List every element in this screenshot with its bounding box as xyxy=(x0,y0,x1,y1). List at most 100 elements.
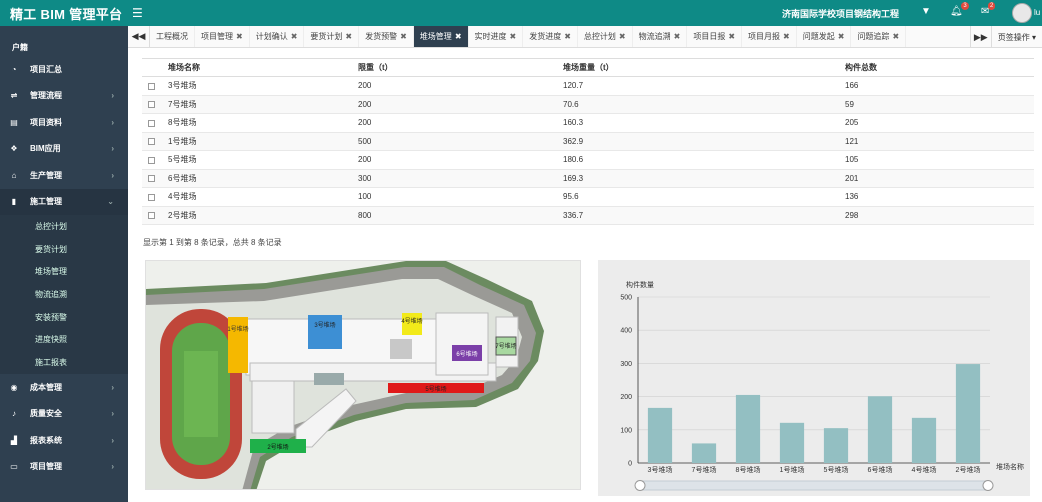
tab-label: 项目日报 xyxy=(693,32,726,41)
close-icon[interactable]: ✖ xyxy=(564,32,571,41)
row-checkbox[interactable] xyxy=(148,212,155,220)
zoom-handle-right[interactable] xyxy=(982,480,994,491)
sidebar-item[interactable]: ⇌ 管理流程 › xyxy=(0,83,128,110)
tab-scroll-right-icon[interactable]: ▶▶ xyxy=(969,26,992,48)
bar[interactable] xyxy=(735,394,761,463)
col-weight-limit[interactable]: 限重（t） xyxy=(358,58,563,77)
tab[interactable]: 要货计划 ✖ xyxy=(304,26,360,47)
tab[interactable]: 项目管理 ✖ xyxy=(195,26,250,47)
row-checkbox[interactable] xyxy=(148,119,155,127)
tab[interactable]: 项目月报 ✖ xyxy=(742,26,797,47)
table-row[interactable]: 8号堆场 200 160.3 205 xyxy=(142,113,1034,133)
close-icon[interactable]: ✖ xyxy=(892,32,899,41)
tab-label: 要货计划 xyxy=(310,32,343,41)
close-icon[interactable]: ✖ xyxy=(728,32,735,41)
sidebar-item[interactable]: ❖ BIM应用 › xyxy=(0,136,128,163)
bar[interactable] xyxy=(779,422,805,463)
tab[interactable]: 总控计划 ✖ xyxy=(578,26,633,47)
sidebar-item-label: 项目管理 xyxy=(30,462,62,472)
bell-icon[interactable]: 🔔︎ 3 xyxy=(950,2,969,17)
row-checkbox[interactable] xyxy=(148,138,155,146)
close-icon[interactable]: ✖ xyxy=(455,32,462,41)
sidebar-item[interactable]: ▮ 施工管理 ⌄ xyxy=(0,188,128,215)
tab[interactable]: 堆场管理 ✖ xyxy=(413,26,469,47)
sidebar-item[interactable]: ♪ 质量安全 › xyxy=(0,400,128,427)
table-row[interactable]: 7号堆场 200 70.6 59 xyxy=(142,95,1034,114)
table-row[interactable]: 2号堆场 800 336.7 298 xyxy=(142,206,1034,225)
sidebar-item[interactable]: ◉ 成本管理 › xyxy=(0,374,128,401)
col-component-total[interactable]: 构件总数 xyxy=(845,58,1034,77)
sidebar-item[interactable]: ▤ 项目资料 › xyxy=(0,109,128,136)
sidebar-item[interactable]: ◔ 项目汇总 xyxy=(0,56,128,83)
bar[interactable] xyxy=(823,428,849,463)
sidebar-item[interactable]: ▭ 项目管理 › xyxy=(0,453,128,480)
close-icon[interactable]: ✖ xyxy=(674,32,681,41)
tab[interactable]: 工程概况 xyxy=(150,26,195,47)
table-summary: 显示第 1 到第 8 条记录，总共 8 条记录 xyxy=(143,238,282,247)
tab[interactable]: 发货预警 ✖ xyxy=(359,26,414,47)
row-checkbox[interactable] xyxy=(148,101,155,109)
row-checkbox[interactable] xyxy=(148,82,155,90)
tab[interactable]: 物流追溯 ✖ xyxy=(633,26,688,47)
close-icon[interactable]: ✖ xyxy=(400,32,407,41)
sidebar-subitem[interactable]: 进度快照 xyxy=(0,328,128,351)
bar[interactable] xyxy=(647,407,673,463)
user-name[interactable]: lu xyxy=(1034,8,1040,17)
tab-label: 发货预警 xyxy=(365,32,398,41)
close-icon[interactable]: ✖ xyxy=(510,32,517,41)
table-row[interactable]: 3号堆场 200 120.7 166 xyxy=(142,76,1034,96)
close-icon[interactable]: ✖ xyxy=(619,32,626,41)
yard-1-block[interactable] xyxy=(228,317,248,373)
sidebar: 户籍 ◔ 项目汇总 ⇌ 管理流程 › ▤ 项目资料 › ❖ BIM应用 › ⌂ 生产管理 › ▮ 施工管理 ⌄ … xyxy=(0,26,128,502)
table-cell: 1号堆场 xyxy=(168,132,358,151)
row-checkbox[interactable] xyxy=(148,175,155,183)
sidebar-subitem[interactable]: 施工报表 xyxy=(0,351,128,374)
menu-toggle-icon[interactable]: ☰ xyxy=(132,6,143,20)
tab[interactable]: 计划确认 ✖ xyxy=(250,26,305,47)
table-row[interactable]: 5号堆场 200 180.6 105 xyxy=(142,150,1034,170)
tab-scroll-left-icon[interactable]: ◀◀ xyxy=(128,26,150,47)
dashboard-icon: ◔ xyxy=(11,64,17,74)
row-checkbox[interactable] xyxy=(148,193,155,201)
tab-bar: ◀◀ 工程概况 项目管理 ✖ 计划确认 ✖ 要货计划 ✖ 发货预警 ✖ 堆场管理 ✖ 实时进度 ✖ 发货进… xyxy=(128,26,1042,48)
sidebar-item[interactable]: ▟ 报表系统 › xyxy=(0,427,128,454)
bar[interactable] xyxy=(955,364,981,463)
avatar[interactable] xyxy=(1012,3,1032,23)
mail-icon[interactable]: ✉ 2 xyxy=(981,2,996,17)
row-checkbox[interactable] xyxy=(148,156,155,164)
zoom-handle-left[interactable] xyxy=(634,480,646,491)
sidebar-subitem[interactable]: 安装预警 xyxy=(0,306,128,329)
table-row[interactable]: 6号堆场 300 169.3 201 xyxy=(142,169,1034,188)
col-yard-weight[interactable]: 堆场重量（t） xyxy=(563,58,845,77)
flow-icon: ⇌ xyxy=(10,91,18,101)
close-icon[interactable]: ✖ xyxy=(345,32,352,41)
table-row[interactable]: 4号堆场 100 95.6 136 xyxy=(142,187,1034,207)
col-yard-name[interactable]: 堆场名称 xyxy=(168,58,358,77)
table-cell: 3号堆场 xyxy=(168,76,358,96)
tab[interactable]: 项目日报 ✖ xyxy=(687,26,743,47)
sidebar-subitem[interactable]: 要货计划 xyxy=(0,238,128,261)
table-row[interactable]: 1号堆场 500 362.9 121 xyxy=(142,132,1034,151)
close-icon[interactable]: ✖ xyxy=(838,32,845,41)
sidebar-item[interactable]: ⌂ 生产管理 › xyxy=(0,162,128,189)
bar[interactable] xyxy=(691,443,717,463)
tab[interactable]: 发货进度 ✖ xyxy=(523,26,578,47)
sidebar-subitem[interactable]: 物流追溯 xyxy=(0,283,128,306)
page-ops-button[interactable]: 页签操作 ▾ xyxy=(992,26,1042,48)
yard-3-block[interactable] xyxy=(308,315,342,349)
zoom-slider-track[interactable] xyxy=(639,480,989,491)
bar[interactable] xyxy=(867,396,893,463)
bar[interactable] xyxy=(911,417,937,463)
close-icon[interactable]: ✖ xyxy=(236,32,243,41)
sidebar-subitem[interactable]: 总控计划 xyxy=(0,215,128,238)
close-icon[interactable]: ✖ xyxy=(291,32,298,41)
tab[interactable]: 实时进度 ✖ xyxy=(469,26,524,47)
chevron-right-icon: › xyxy=(111,91,114,101)
filter-icon[interactable]: ▼ xyxy=(921,6,931,17)
tab[interactable]: 问题追踪 ✖ xyxy=(851,26,907,47)
tab[interactable]: 问题发起 ✖ xyxy=(797,26,852,47)
close-icon[interactable]: ✖ xyxy=(783,32,790,41)
sidebar-subitem[interactable]: 堆场管理 xyxy=(0,260,128,283)
y-tick-label: 100 xyxy=(620,427,632,434)
row-select-cell xyxy=(142,95,168,114)
